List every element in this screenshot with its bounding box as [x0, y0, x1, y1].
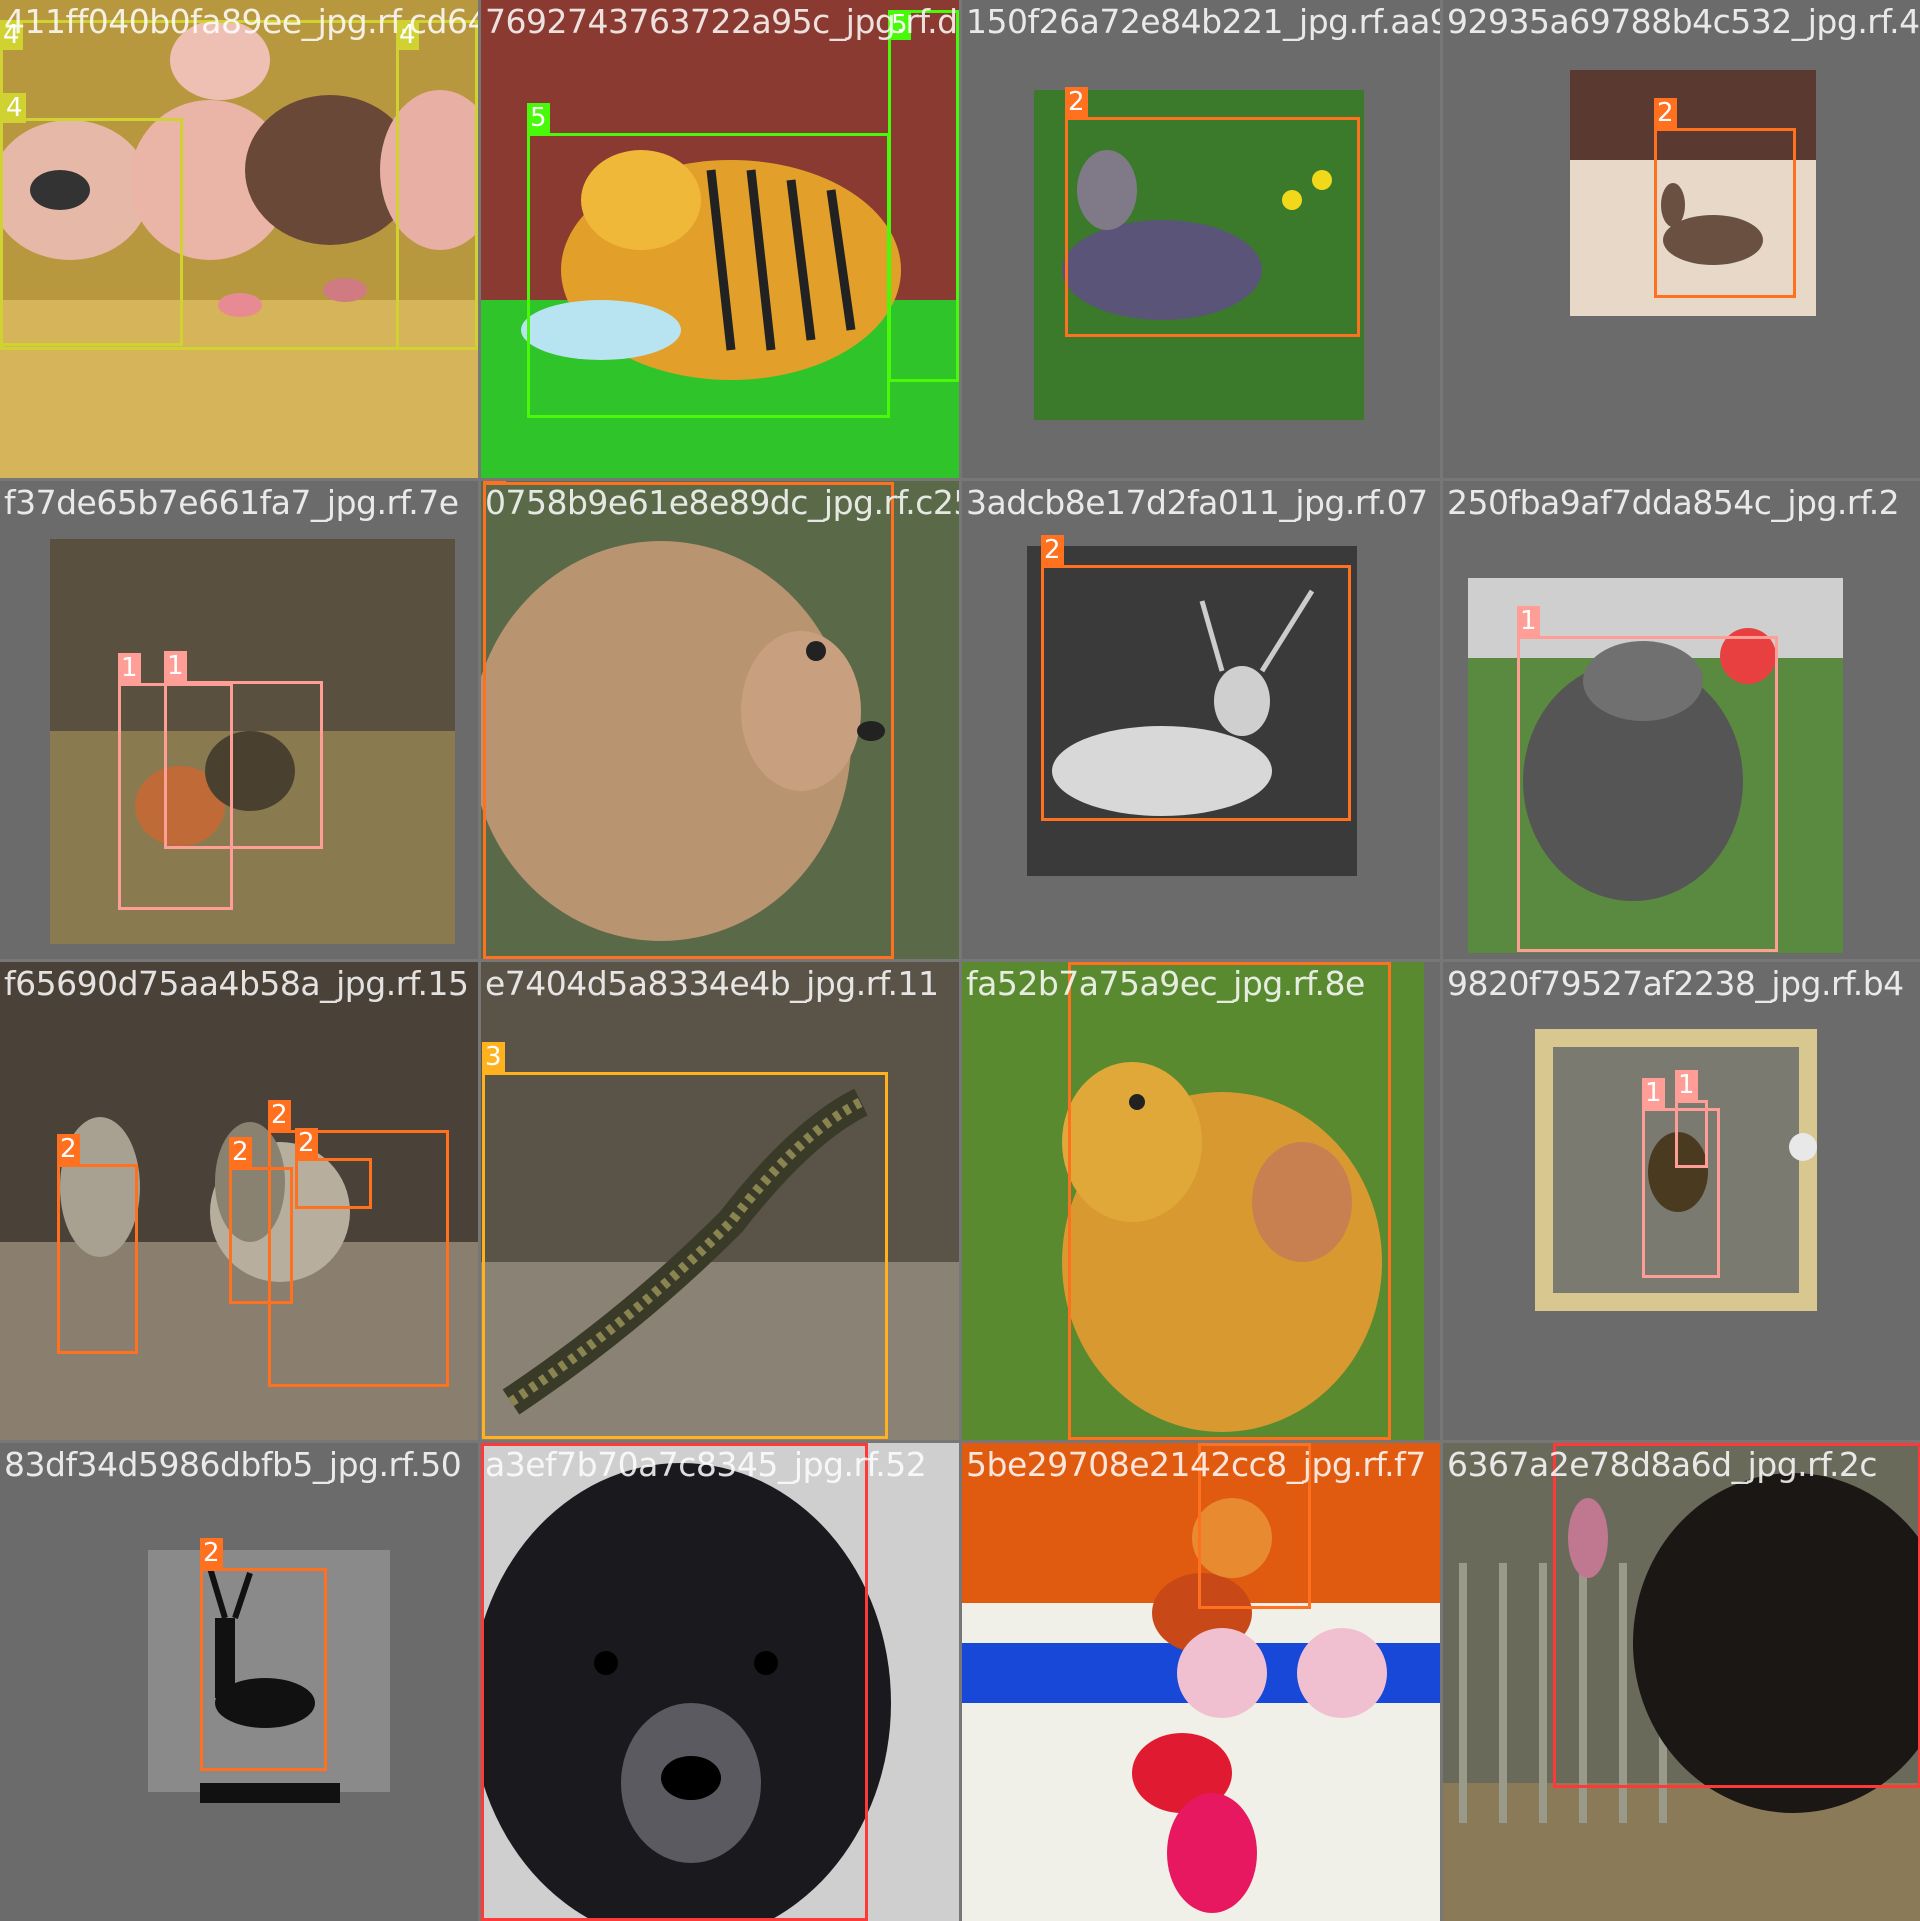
tile-pigs: 411ff040b0fa89ee_jpg.rf.cd64 4 4 4: [0, 0, 478, 478]
bbox-hen: 1: [1517, 606, 1778, 952]
tile-tiger: 7692743763722a95c_jpg.rf.da5 5 5: [481, 0, 959, 478]
tile-yellow-deer: fa52b7a75a9ec_jpg.rf.8e 2: [962, 962, 1440, 1440]
bbox-lizard: 3: [482, 1042, 888, 1439]
bbox-pig: 4: [396, 20, 478, 350]
bbox-class-label: 1: [1675, 1070, 1698, 1100]
tile-rooster: 9820f79527af2238_jpg.rf.b4 1 1: [1443, 962, 1920, 1440]
tile-filename: 250fba9af7dda854c_jpg.rf.2: [1447, 483, 1900, 522]
tile-filename: a3ef7b70a7c8345_jpg.rf.52: [485, 1445, 927, 1484]
bbox-class-label: 2: [268, 1100, 291, 1130]
bbox-class-label: 2: [1065, 87, 1088, 117]
tile-filename: 411ff040b0fa89ee_jpg.rf.cd64: [4, 2, 478, 41]
tile-filename: 7692743763722a95c_jpg.rf.da5: [485, 2, 959, 41]
bbox-class-label: 2: [295, 1128, 318, 1158]
image-grid: 411ff040b0fa89ee_jpg.rf.cd64 4 4 4 76927…: [0, 0, 1920, 1921]
tile-filename: f37de65b7e661fa7_jpg.rf.7e: [4, 483, 459, 522]
bbox-class-label: 1: [1517, 606, 1540, 636]
tile-filename: 5be29708e2142cc8_jpg.rf.f7: [966, 1445, 1426, 1484]
tile-filename: 150f26a72e84b221_jpg.rf.aa9: [966, 2, 1440, 41]
bbox-class-label: 1: [118, 653, 141, 683]
tile-bear: a3ef7b70a7c8345_jpg.rf.52 0: [481, 1443, 959, 1921]
tile-filename: 83df34d5986dbfb5_jpg.rf.50: [4, 1445, 462, 1484]
tile-clay-scene: 5be29708e2142cc8_jpg.rf.f7 2: [962, 1443, 1440, 1921]
tile-filename: 6367a2e78d8a6d_jpg.rf.2c: [1447, 1445, 1878, 1484]
bbox-elk: 2: [295, 1128, 372, 1209]
bbox-class-label: 3: [482, 1042, 505, 1072]
bbox-statue: 2: [200, 1538, 327, 1771]
bbox-tiger: 5: [527, 103, 890, 418]
bbox-class-label: 2: [200, 1538, 223, 1568]
bbox-deer: 2: [1041, 535, 1351, 821]
tile-filename: f65690d75aa4b58a_jpg.rf.15: [4, 964, 469, 1003]
bbox-class-label: 5: [527, 103, 550, 133]
tile-filename: 3adcb8e17d2fa011_jpg.rf.07: [966, 483, 1428, 522]
tile-chickens: f37de65b7e661fa7_jpg.rf.7e 1 1: [0, 481, 478, 959]
tile-filename: 9820f79527af2238_jpg.rf.b4: [1447, 964, 1904, 1003]
tile-hen: 250fba9af7dda854c_jpg.rf.2 1: [1443, 481, 1920, 959]
bbox-class-label: 2: [1041, 535, 1064, 565]
bbox-deer: 2: [1065, 87, 1360, 337]
tile-elk-herd: f65690d75aa4b58a_jpg.rf.15 2 2 2 2: [0, 962, 478, 1440]
bbox-class-label: 1: [164, 651, 187, 681]
bbox-fawn: 2: [483, 481, 894, 959]
bbox-bear: 0: [1553, 1443, 1920, 1788]
bbox-tiger: 5: [888, 10, 959, 382]
bbox-rooster: 1: [1675, 1070, 1708, 1168]
bbox-class-label: 2: [229, 1137, 252, 1167]
tile-lizard: e7404d5a8334e4b_jpg.rf.11 3: [481, 962, 959, 1440]
bbox-class-label: 1: [1642, 1078, 1665, 1108]
bbox-class-label: 2: [1654, 98, 1677, 128]
tile-fallow-deer: 3adcb8e17d2fa011_jpg.rf.07 2: [962, 481, 1440, 959]
bbox-class-label: 2: [483, 481, 506, 482]
tile-filename: 92935a69788b4c532_jpg.rf.4: [1447, 2, 1920, 41]
bbox-chicken: 1: [164, 651, 323, 849]
tile-bear-fence: 6367a2e78d8a6d_jpg.rf.2c 0: [1443, 1443, 1920, 1921]
tile-fawn: 0758b9e61e8e89dc_jpg.rf.c25 2: [481, 481, 959, 959]
tile-filename: 0758b9e61e8e89dc_jpg.rf.c25: [485, 483, 959, 522]
bbox-elk: 2: [57, 1134, 138, 1354]
tile-filename: e7404d5a8334e4b_jpg.rf.11: [485, 964, 939, 1003]
tile-deer: 150f26a72e84b221_jpg.rf.aa9 2: [962, 0, 1440, 478]
bbox-bear: 0: [481, 1443, 868, 1921]
tile-filename: fa52b7a75a9ec_jpg.rf.8e: [966, 964, 1365, 1003]
tile-stag: 92935a69788b4c532_jpg.rf.4 2: [1443, 0, 1920, 478]
bbox-class-label: 2: [57, 1134, 80, 1164]
tile-deer-statue: 83df34d5986dbfb5_jpg.rf.50 2: [0, 1443, 478, 1921]
bbox-deer: 2: [1068, 962, 1391, 1440]
bbox-stag: 2: [1654, 98, 1796, 298]
